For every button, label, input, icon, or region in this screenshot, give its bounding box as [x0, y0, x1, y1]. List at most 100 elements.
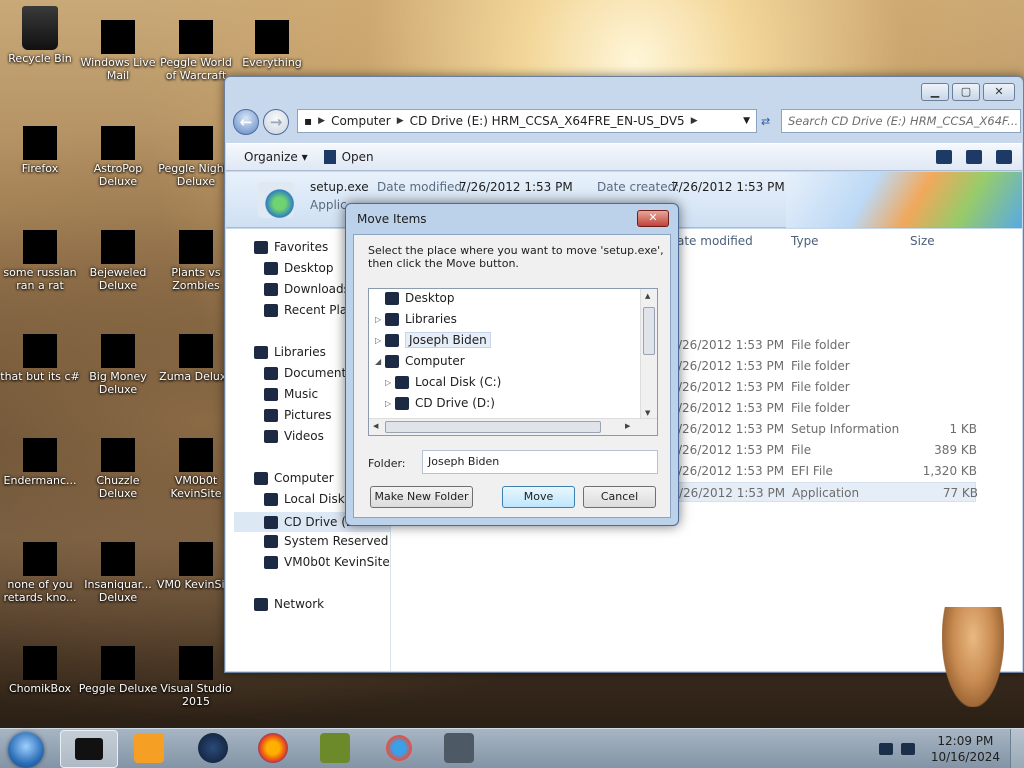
nav-downloads[interactable]: Downloads [264, 282, 350, 296]
taskbar-firefox[interactable] [258, 733, 288, 763]
volume-icon[interactable] [900, 743, 915, 755]
tree-vertical-scrollbar[interactable]: ▲ ▼ [640, 289, 657, 420]
desktop-icon-insaniquarium[interactable]: Insaniquar... Deluxe [78, 542, 158, 604]
nav-label: Recent Plac [284, 303, 354, 317]
move-button[interactable]: Move [502, 486, 575, 508]
tree-item-desktop[interactable]: Desktop [375, 291, 455, 305]
desktop-icon-label: Insaniquar... Deluxe [84, 578, 152, 604]
desktop-icon-peggle-deluxe[interactable]: Peggle Deluxe [78, 646, 158, 695]
breadcrumb-computer[interactable]: Computer [325, 114, 397, 128]
cd-drive-icon [395, 396, 409, 410]
nav-music[interactable]: Music [264, 387, 318, 401]
address-dropdown-icon[interactable]: ▼ [743, 116, 750, 126]
nav-documents[interactable]: Documents [264, 366, 352, 380]
desktop-icon-russian-rat[interactable]: some russian ran a rat [0, 230, 80, 292]
show-desktop-button[interactable] [1010, 729, 1024, 768]
collapse-icon[interactable]: ◢ [375, 357, 385, 366]
cancel-button[interactable]: Cancel [583, 486, 656, 508]
desktop-icon-astropop[interactable]: AstroPop Deluxe [78, 126, 158, 188]
documents-icon [264, 366, 278, 380]
tree-item-libraries[interactable]: ▷ Libraries [375, 312, 457, 326]
back-button[interactable]: ← [233, 109, 259, 135]
scroll-thumb[interactable] [385, 421, 601, 433]
start-button[interactable] [8, 732, 44, 768]
setup-file-icon [258, 182, 294, 218]
tree-label: CD Drive (D:) [415, 396, 495, 410]
help-icon[interactable] [996, 150, 1012, 164]
nav-videos[interactable]: Videos [264, 429, 324, 443]
tree-label: Desktop [405, 291, 455, 305]
column-header-date-modified[interactable]: ate modified [677, 234, 753, 248]
maximize-button[interactable]: ▢ [952, 83, 980, 101]
address-bar[interactable]: ▪ ▶ Computer ▶ CD Drive (E:) HRM_CCSA_X6… [297, 109, 757, 133]
expand-icon[interactable]: ▷ [375, 315, 385, 324]
taskbar-explorer[interactable] [60, 730, 118, 768]
music-icon [264, 387, 278, 401]
desktop-icon-chomikbox[interactable]: ChomikBox [0, 646, 80, 695]
taskbar-counter-strike[interactable] [444, 733, 474, 763]
taskbar-chrome-app[interactable] [198, 733, 228, 763]
clock[interactable]: 12:09 PM 10/16/2024 [931, 733, 1000, 765]
desktop-icon-peggle-world-of-warcraft[interactable]: Peggle World of Warcraft [156, 20, 236, 82]
expand-icon[interactable]: ▷ [375, 336, 385, 345]
close-button[interactable]: ✕ [983, 83, 1015, 101]
breadcrumb-cd-drive[interactable]: CD Drive (E:) HRM_CCSA_X64FRE_EN-US_DV5 [404, 114, 691, 128]
expand-icon[interactable]: ▷ [385, 378, 395, 387]
show-hidden-icons-icon[interactable] [863, 743, 871, 755]
expand-icon[interactable]: ▷ [385, 399, 395, 408]
tree-item-local-disk[interactable]: ▷ Local Disk (C:) [385, 375, 501, 389]
taskbar-chomikbox[interactable] [320, 733, 350, 763]
nav-label: Libraries [274, 345, 326, 359]
search-input[interactable]: Search CD Drive (E:) HRM_CCSA_X64F... [781, 109, 1021, 133]
scroll-right-icon[interactable]: ▶ [625, 422, 630, 430]
nav-local-disk[interactable]: Local Disk ( [264, 492, 353, 506]
scroll-down-icon[interactable]: ▼ [645, 409, 650, 417]
everything-icon [255, 20, 289, 54]
tree-horizontal-scrollbar[interactable]: ◀ ▶ [369, 418, 657, 435]
refresh-icon[interactable]: ⇄ [761, 115, 770, 128]
tree-item-cd-drive[interactable]: ▷ CD Drive (D:) [385, 396, 495, 410]
desktop-icon-endermanc[interactable]: Endermanc... [0, 438, 80, 487]
column-header-type[interactable]: Type [791, 234, 819, 248]
taskbar-messenger[interactable] [384, 733, 414, 763]
forward-button[interactable]: → [263, 109, 289, 135]
taskbar-media-player[interactable] [134, 733, 164, 763]
tree-item-computer[interactable]: ◢ Computer [375, 354, 465, 368]
nav-system-reserved[interactable]: System Reserved (F:) [264, 534, 412, 548]
scroll-thumb[interactable] [643, 307, 655, 355]
tree-item-joseph-biden[interactable]: ▷ Joseph Biden [375, 332, 491, 348]
column-header-size[interactable]: Size [910, 234, 935, 248]
scroll-up-icon[interactable]: ▲ [645, 292, 650, 300]
desktop-icon-everything[interactable]: Everything [232, 20, 312, 69]
network-status-icon[interactable] [878, 743, 893, 755]
scroll-left-icon[interactable]: ◀ [373, 422, 378, 430]
preview-pane-icon[interactable] [966, 150, 982, 164]
desktop-icon-chuzzle[interactable]: Chuzzle Deluxe [78, 438, 158, 500]
desktop-icon-firefox[interactable]: Firefox [0, 126, 80, 175]
nav-recent-places[interactable]: Recent Plac [264, 303, 354, 317]
row-type: File folder [791, 380, 850, 394]
minimize-button[interactable]: ▁ [921, 83, 949, 101]
desktop-icon-that-but-its-csharp[interactable]: that but its c# [0, 334, 80, 383]
nav-favorites[interactable]: Favorites [254, 240, 328, 254]
desktop-icon-recycle-bin[interactable]: Recycle Bin [0, 6, 80, 65]
nav-vm0b0t-kevinsite[interactable]: VM0b0t KevinSite [264, 555, 390, 569]
change-view-icon[interactable] [936, 150, 952, 164]
desktop-icon-big-money[interactable]: Big Money Deluxe [78, 334, 158, 396]
organize-button[interactable]: Organize ▾ [236, 150, 316, 164]
nav-pictures[interactable]: Pictures [264, 408, 332, 422]
desktop-icon-windows-live-mail[interactable]: Windows Live Mail [78, 20, 158, 82]
nav-computer[interactable]: Computer [254, 471, 334, 485]
nav-libraries[interactable]: Libraries [254, 345, 326, 359]
dialog-close-button[interactable]: ✕ [637, 210, 669, 227]
folder-field[interactable]: Joseph Biden [422, 450, 658, 474]
desktop-icon-bejeweled[interactable]: Bejeweled Deluxe [78, 230, 158, 292]
open-button[interactable]: Open [316, 150, 382, 165]
folder-tree[interactable]: Desktop ▷ Libraries ▷ Joseph Biden ◢ Comput… [368, 288, 658, 436]
desktop-icon-label: Everything [242, 56, 302, 69]
peggle-world-of-warcraft-icon [179, 20, 213, 54]
desktop-icon-none-of-you[interactable]: none of you retards kno... [0, 542, 80, 604]
nav-desktop[interactable]: Desktop [264, 261, 334, 275]
nav-network[interactable]: Network [254, 597, 324, 611]
make-new-folder-button[interactable]: Make New Folder [370, 486, 473, 508]
